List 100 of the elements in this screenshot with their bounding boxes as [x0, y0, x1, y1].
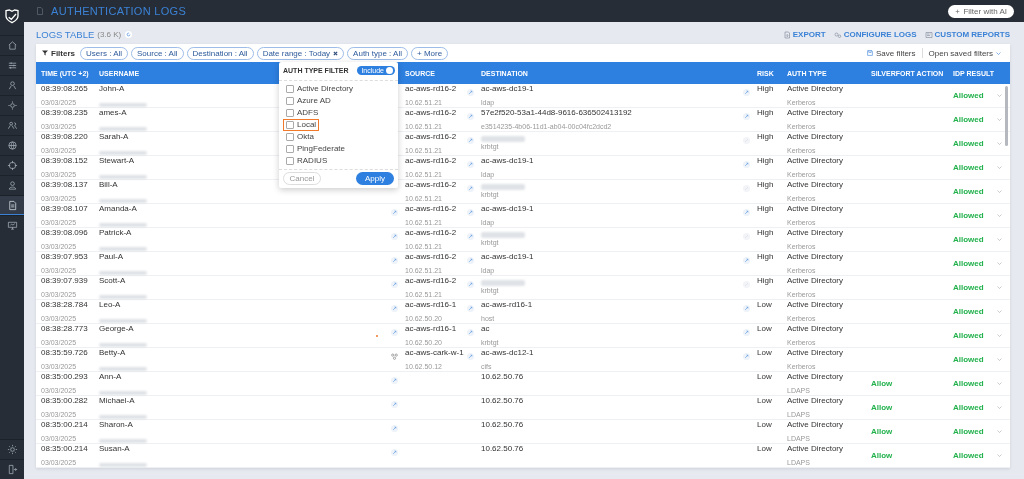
filter-chip[interactable]: Auth type : All [347, 46, 408, 60]
open-saved-filters-dropdown[interactable]: Open saved filters [925, 48, 1004, 58]
auth-type-option[interactable]: Okta [283, 130, 317, 143]
link-icon[interactable] [743, 353, 750, 360]
idp-result: Allowed [953, 259, 984, 268]
scrollbar[interactable] [1005, 86, 1008, 146]
filter-chip[interactable]: Source : All [131, 46, 184, 60]
auth-type: Active Directory [787, 156, 843, 167]
refresh-icon[interactable] [125, 31, 133, 38]
checkbox[interactable] [286, 156, 294, 165]
expand-icon[interactable] [997, 310, 1002, 313]
link-icon[interactable] [391, 257, 398, 264]
expand-icon[interactable] [997, 214, 1002, 217]
link-icon[interactable] [391, 425, 398, 432]
destination-host: 10.62.50.76 [481, 372, 524, 383]
link-icon[interactable] [743, 257, 750, 264]
link-icon[interactable] [467, 329, 474, 336]
expand-icon[interactable] [997, 382, 1002, 385]
page-title: AUTHENTICATION LOGS [51, 6, 187, 16]
expand-icon[interactable] [997, 94, 1002, 97]
save-filters-button[interactable]: Save filters [863, 48, 919, 58]
expand-icon[interactable] [997, 286, 1002, 289]
auth-type-option[interactable]: Local [283, 118, 320, 131]
auth-type-option[interactable]: PingFederate [283, 142, 349, 155]
link-icon[interactable] [467, 89, 474, 96]
expand-icon[interactable] [997, 142, 1002, 145]
time-text: 08:35:00.293 [41, 372, 88, 383]
remove-icon[interactable] [333, 50, 339, 56]
expand-icon[interactable] [997, 334, 1002, 337]
link-icon[interactable] [467, 353, 474, 360]
idp-result: Allowed [953, 235, 984, 244]
sparkle-icon [955, 8, 961, 14]
risk-level: High [757, 228, 774, 239]
link-icon[interactable] [391, 233, 398, 240]
link-icon[interactable] [743, 113, 750, 120]
time-text: 08:35:00.282 [41, 396, 88, 407]
source-host: ac-aws-rd16-2 [405, 252, 457, 263]
link-icon[interactable] [391, 329, 398, 336]
expand-icon[interactable] [997, 406, 1002, 409]
link-icon[interactable] [467, 161, 474, 168]
idp-result: Allowed [953, 211, 984, 220]
filter-chip[interactable]: Users : All [80, 46, 129, 60]
filter-chip[interactable]: Date range : Today [256, 46, 345, 60]
expand-icon[interactable] [997, 190, 1002, 193]
document-icon[interactable] [0, 195, 24, 215]
source-host: ac-aws-rd16-2 [405, 108, 457, 119]
expand-icon[interactable] [997, 238, 1002, 241]
expand-icon[interactable] [997, 166, 1002, 169]
auth-type: Active Directory [787, 132, 843, 143]
save-icon [866, 50, 873, 56]
link-icon[interactable] [391, 401, 398, 408]
expand-icon[interactable] [997, 358, 1002, 361]
expand-icon[interactable] [997, 454, 1002, 457]
username-text: Amanda-A [99, 204, 137, 215]
expand-icon[interactable] [997, 262, 1002, 265]
link-icon[interactable] [467, 137, 474, 144]
checkbox[interactable] [286, 144, 294, 153]
checkbox[interactable] [286, 84, 294, 93]
auth-type: Active Directory [787, 348, 843, 359]
link-icon[interactable] [743, 89, 750, 96]
link-icon[interactable] [743, 209, 750, 216]
link-icon[interactable] [743, 305, 750, 312]
link-icon[interactable] [467, 257, 474, 264]
auth-type: Active Directory [787, 372, 843, 383]
redacted-text [481, 184, 525, 190]
auth-type-option[interactable]: ADFS [283, 106, 322, 119]
link-icon[interactable] [391, 377, 398, 384]
checkbox[interactable] [286, 96, 294, 105]
filter-with-ai-button[interactable]: Filter with AI [948, 4, 1014, 18]
apply-button[interactable]: Apply [356, 172, 394, 186]
auth-type: Active Directory [787, 252, 843, 263]
expand-icon[interactable] [997, 430, 1002, 433]
link-icon[interactable] [391, 305, 398, 312]
link-icon[interactable] [391, 209, 398, 216]
link-icon[interactable] [743, 329, 750, 336]
link-icon[interactable] [467, 233, 474, 240]
link-icon[interactable] [467, 281, 474, 288]
checkbox[interactable] [286, 132, 294, 141]
more-filters-button[interactable]: + More [411, 46, 449, 60]
link-icon[interactable] [391, 449, 398, 456]
link-icon[interactable] [743, 161, 750, 168]
auth-type-option[interactable]: Active Directory [283, 82, 356, 95]
link-icon[interactable] [467, 113, 474, 120]
idp-result: Allowed [953, 163, 984, 172]
idp-result: Allowed [953, 451, 984, 460]
filter-chip[interactable]: Destination : All [186, 46, 254, 60]
gears-icon [833, 30, 842, 39]
username-text: Stewart-A [99, 156, 135, 167]
link-icon[interactable] [467, 305, 474, 312]
nodes-icon[interactable] [391, 353, 398, 360]
checkbox[interactable] [286, 108, 294, 117]
source-host: ac-aws-cark-w-1 [405, 348, 464, 359]
link-icon[interactable] [467, 209, 474, 216]
expand-icon[interactable] [997, 118, 1002, 121]
auth-type-option[interactable]: RADIUS [283, 154, 331, 167]
link-icon[interactable] [467, 185, 474, 192]
link-icon[interactable] [391, 281, 398, 288]
destination-host: ac-aws-dc19-1 [481, 84, 534, 95]
auth-type-option[interactable]: Azure AD [283, 94, 334, 107]
checkbox[interactable] [286, 120, 294, 129]
